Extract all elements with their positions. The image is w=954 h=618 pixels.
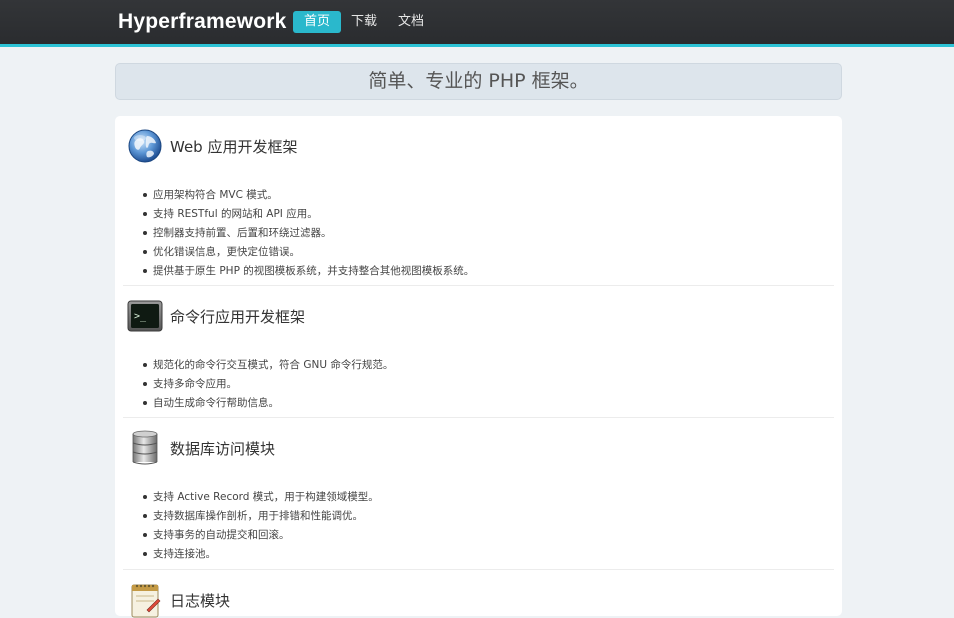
features-panel: Web 应用开发框架 应用架构符合 MVC 模式。 支持 RESTful 的网站…	[115, 116, 842, 618]
svg-text:>_: >_	[134, 311, 147, 322]
divider	[123, 569, 834, 570]
list-item: 控制器支持前置、后置和环绕过滤器。	[143, 224, 474, 243]
list-item: 支持 Active Record 模式，用于构建领域模型。	[143, 488, 379, 507]
feature-list: 应用架构符合 MVC 模式。 支持 RESTful 的网站和 API 应用。 控…	[143, 186, 474, 281]
list-item: 优化错误信息，更快定位错误。	[143, 243, 474, 262]
globe-icon	[128, 129, 162, 163]
section-title: 日志模块	[170, 592, 231, 610]
feature-list: 规范化的命令行交互模式，符合 GNU 命令行规范。 支持多命令应用。 自动生成命…	[143, 356, 393, 413]
divider	[123, 417, 834, 418]
divider	[123, 285, 834, 286]
notepad-icon	[131, 584, 161, 618]
nav-item-docs[interactable]: 文档	[387, 11, 435, 33]
section-title: Web 应用开发框架	[170, 138, 298, 156]
list-item: 自动生成命令行帮助信息。	[143, 394, 393, 413]
list-item: 规范化的命令行交互模式，符合 GNU 命令行规范。	[143, 356, 393, 375]
list-item: 应用架构符合 MVC 模式。	[143, 186, 474, 205]
nav-item-download[interactable]: 下载	[340, 11, 388, 33]
brand-logo[interactable]: Hyperframework	[118, 10, 287, 34]
database-icon	[132, 430, 158, 465]
tagline-banner: 简单、专业的 PHP 框架。	[115, 63, 842, 100]
section-title: 命令行应用开发框架	[170, 308, 306, 326]
list-item: 支持 RESTful 的网站和 API 应用。	[143, 205, 474, 224]
top-navbar: Hyperframework 首页 下载 文档	[0, 0, 954, 47]
list-item: 支持事务的自动提交和回滚。	[143, 526, 379, 545]
section-title: 数据库访问模块	[170, 440, 276, 458]
terminal-icon: >_	[127, 300, 163, 332]
list-item: 支持多命令应用。	[143, 375, 393, 394]
list-item: 支持数据库操作剖析，用于排错和性能调优。	[143, 507, 379, 526]
list-item: 提供基于原生 PHP 的视图模板系统，并支持整合其他视图模板系统。	[143, 262, 474, 281]
nav-item-home[interactable]: 首页	[293, 11, 342, 33]
feature-list: 支持 Active Record 模式，用于构建领域模型。 支持数据库操作剖析，…	[143, 488, 379, 564]
list-item: 支持连接池。	[143, 545, 379, 564]
